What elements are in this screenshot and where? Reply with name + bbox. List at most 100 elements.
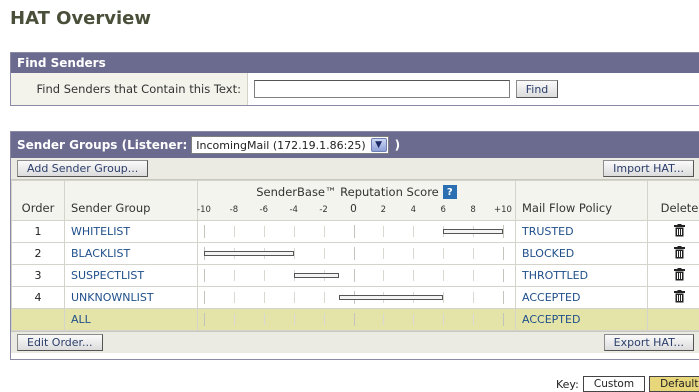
trash-icon[interactable] xyxy=(674,268,685,281)
delete-cell xyxy=(648,287,699,309)
scale-tick xyxy=(204,313,205,326)
listener-close-paren: ) xyxy=(395,138,400,152)
score-tick-label: -4 xyxy=(289,205,297,215)
scale-tick xyxy=(324,226,325,237)
score-title-wrap: SenderBase™ Reputation Score ? xyxy=(198,185,515,199)
scale-tick xyxy=(324,248,325,259)
trash-icon[interactable] xyxy=(674,246,685,259)
scale-tick xyxy=(473,270,474,281)
table-header-row: Order Sender Group SenderBase™ Reputatio… xyxy=(12,181,699,221)
scale-tick xyxy=(383,226,384,237)
find-button[interactable]: Find xyxy=(516,80,558,98)
col-mail-flow-policy: Mail Flow Policy xyxy=(516,181,648,221)
score-tick-label: +10 xyxy=(494,205,512,215)
delete-cell xyxy=(648,243,699,265)
scale-tick xyxy=(294,248,295,259)
score-tick-label: -8 xyxy=(230,205,238,215)
col-delete: Delete xyxy=(648,181,699,221)
scale-tick xyxy=(264,226,265,237)
col-reputation-score: SenderBase™ Reputation Score ? -10-8-6-4… xyxy=(198,181,516,221)
key-legend: Key: Custom Default xyxy=(556,376,699,392)
listener-select[interactable]: IncomingMail (172.19.1.86:25) ▼ xyxy=(191,136,388,154)
scale-tick xyxy=(443,292,444,303)
sender-group-link[interactable]: SUSPECTLIST xyxy=(65,265,198,287)
mail-flow-policy-link[interactable]: THROTTLED xyxy=(516,265,648,287)
mail-flow-policy-link[interactable]: ACCEPTED xyxy=(516,287,648,309)
scale-tick xyxy=(503,247,504,260)
scale-tick xyxy=(294,226,295,237)
sender-groups-header: Sender Groups (Listener: IncomingMail (1… xyxy=(11,132,699,158)
key-custom: Custom xyxy=(583,376,645,392)
scale-tick xyxy=(354,269,355,282)
sender-group-link[interactable]: UNKNOWNLIST xyxy=(65,287,198,309)
scale-tick xyxy=(234,314,235,325)
scale-tick xyxy=(473,292,474,303)
scale-tick xyxy=(264,270,265,281)
listener-select-value: IncomingMail (172.19.1.86:25) xyxy=(196,139,369,152)
sender-groups-title: Sender Groups (Listener: xyxy=(17,138,187,152)
scale-tick xyxy=(503,291,504,304)
score-tick-label: 0 xyxy=(350,203,357,215)
find-senders-input[interactable] xyxy=(254,80,510,98)
chevron-down-icon[interactable]: ▼ xyxy=(371,138,387,152)
scale-tick xyxy=(413,226,414,237)
help-icon[interactable]: ? xyxy=(443,185,457,199)
score-title: SenderBase™ Reputation Score xyxy=(256,185,439,199)
scale-tick xyxy=(264,292,265,303)
order-cell xyxy=(12,309,65,331)
sender-group-link[interactable]: WHITELIST xyxy=(65,221,198,243)
score-ticks: -10-8-6-4-202468+10 xyxy=(198,202,515,218)
score-cell xyxy=(198,221,516,243)
sender-group-link[interactable]: BLACKLIST xyxy=(65,243,198,265)
scale-tick xyxy=(413,314,414,325)
scale-tick xyxy=(204,269,205,282)
key-default: Default xyxy=(649,376,699,392)
scale-tick xyxy=(324,292,325,303)
find-senders-panel: Find Senders Find Senders that Contain t… xyxy=(10,52,699,106)
order-cell: 2 xyxy=(12,243,65,265)
scale-tick xyxy=(234,292,235,303)
table-row: 1WHITELIST TRUSTED xyxy=(12,221,699,243)
col-order: Order xyxy=(12,181,65,221)
import-hat-button[interactable]: Import HAT... xyxy=(603,160,694,177)
sender-groups-table: Order Sender Group SenderBase™ Reputatio… xyxy=(11,180,699,331)
score-range-bar xyxy=(294,273,339,278)
scale-tick xyxy=(234,270,235,281)
mail-flow-policy-link[interactable]: BLOCKED xyxy=(516,243,648,265)
page-title: HAT Overview xyxy=(10,8,151,29)
scale-tick xyxy=(204,225,205,238)
mail-flow-policy-link[interactable]: TRUSTED xyxy=(516,221,648,243)
edit-order-button[interactable]: Edit Order... xyxy=(17,334,103,351)
score-range-bar xyxy=(443,229,503,234)
scale-tick xyxy=(473,314,474,325)
scale-tick xyxy=(473,248,474,259)
trash-icon[interactable] xyxy=(674,224,685,237)
delete-cell xyxy=(648,221,699,243)
mail-flow-policy-link[interactable]: ACCEPTED xyxy=(516,309,648,331)
order-cell: 4 xyxy=(12,287,65,309)
delete-cell xyxy=(648,309,699,331)
scale-tick xyxy=(354,247,355,260)
scale-tick xyxy=(443,314,444,325)
add-sender-group-button[interactable]: Add Sender Group... xyxy=(17,160,148,177)
find-senders-label: Find Senders that Contain this Text: xyxy=(11,73,248,105)
scale-tick xyxy=(413,270,414,281)
scale-tick xyxy=(324,314,325,325)
scale-tick xyxy=(264,314,265,325)
scale-tick xyxy=(383,248,384,259)
col-sender-group: Sender Group xyxy=(65,181,198,221)
scale-tick xyxy=(294,292,295,303)
trash-icon[interactable] xyxy=(674,290,685,303)
export-hat-button[interactable]: Export HAT... xyxy=(604,334,694,351)
scale-tick xyxy=(354,225,355,238)
sender-group-link[interactable]: ALL xyxy=(65,309,198,331)
table-row: 3SUSPECTLISTTHROTTLED xyxy=(12,265,699,287)
scale-tick xyxy=(383,314,384,325)
find-input-cell: Find xyxy=(248,73,699,105)
scale-tick xyxy=(443,248,444,259)
table-row: 4UNKNOWNLIST ACCEPTED xyxy=(12,287,699,309)
order-cell: 1 xyxy=(12,221,65,243)
score-range-bar xyxy=(339,295,444,300)
scale-tick xyxy=(383,270,384,281)
score-cell xyxy=(198,265,516,287)
